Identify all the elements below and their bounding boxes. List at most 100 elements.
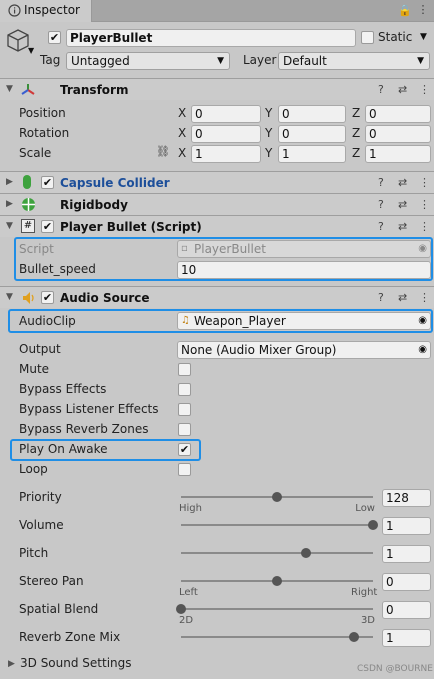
object-name-input[interactable]: PlayerBullet	[66, 29, 356, 47]
priority-slider-thumb[interactable]	[272, 492, 282, 502]
preset-icon[interactable]: ⇄	[398, 176, 407, 189]
transform-y-input[interactable]: 1	[278, 145, 346, 163]
volume-label: Volume	[19, 518, 64, 532]
loop-checkbox[interactable]	[178, 463, 191, 476]
spatial-value-input[interactable]: 0	[382, 601, 431, 619]
more-icon[interactable]: ⋮	[419, 176, 430, 189]
output-field[interactable]: None (Audio Mixer Group) ◉	[177, 341, 431, 359]
axis-x-label: X	[178, 106, 187, 120]
more-icon[interactable]: ⋮	[419, 291, 430, 304]
rigidbody-title: Rigidbody	[60, 198, 128, 212]
volume-slider-thumb[interactable]	[368, 520, 378, 530]
foldout-closed-icon[interactable]: ▶	[6, 177, 13, 187]
object-picker-icon[interactable]: ◉	[418, 342, 427, 358]
transform-z-input[interactable]: 0	[365, 105, 431, 123]
transform-x-input[interactable]: 0	[191, 105, 261, 123]
rigidbody-header[interactable]: ▶ Rigidbody ? ⇄ ⋮	[0, 193, 434, 215]
more-icon[interactable]: ⋮	[419, 220, 430, 233]
script-enabled-checkbox[interactable]: ✔	[41, 220, 54, 233]
script-title: Player Bullet (Script)	[60, 220, 202, 234]
static-dropdown-icon[interactable]: ▼	[420, 32, 427, 42]
bypass-listener-checkbox[interactable]	[178, 403, 191, 416]
script-header[interactable]: ▼ # ✔ Player Bullet (Script) ? ⇄ ⋮	[0, 215, 434, 237]
script-icon: #	[21, 219, 35, 233]
more-icon[interactable]: ⋮	[419, 83, 430, 96]
help-icon[interactable]: ?	[378, 291, 384, 304]
help-icon[interactable]: ?	[378, 220, 384, 233]
3d-sound-settings-label[interactable]: 3D Sound Settings	[20, 656, 132, 670]
audio-source-header[interactable]: ▼ ✔ Audio Source ? ⇄ ⋮	[0, 286, 434, 308]
static-label: Static	[378, 30, 413, 44]
bullet-speed-input[interactable]: 10	[177, 261, 431, 279]
chevron-down-icon[interactable]: ▼	[28, 46, 34, 55]
pitch-slider-track[interactable]	[181, 552, 373, 554]
capsule-enabled-checkbox[interactable]: ✔	[41, 176, 54, 189]
foldout-closed-icon[interactable]: ▶	[6, 199, 13, 209]
bypass-reverb-checkbox[interactable]	[178, 423, 191, 436]
volume-slider-track[interactable]	[181, 524, 373, 526]
script-file-icon: ▫	[181, 243, 188, 254]
preset-icon[interactable]: ⇄	[398, 220, 407, 233]
preset-icon[interactable]: ⇄	[398, 198, 407, 211]
reverb-value-input[interactable]: 1	[382, 629, 431, 647]
stereo-min-label: Left	[179, 587, 198, 598]
spatial-slider-track[interactable]	[181, 608, 373, 610]
foldout-open-icon[interactable]: ▼	[6, 221, 13, 231]
audioclip-field[interactable]: Weapon_Player ♫ ◉	[177, 312, 431, 330]
spatial-slider-thumb[interactable]	[176, 604, 186, 614]
help-icon[interactable]: ?	[378, 176, 384, 189]
watermark: CSDN @BOURNE	[357, 664, 433, 674]
more-icon[interactable]: ⋮	[419, 198, 430, 211]
transform-x-input[interactable]: 0	[191, 125, 261, 143]
mute-checkbox[interactable]	[178, 363, 191, 376]
reverb-slider-thumb[interactable]	[348, 632, 359, 642]
axis-y-label: Y	[265, 146, 273, 160]
reverb-slider-track[interactable]	[181, 636, 373, 638]
gameobject-icon	[7, 29, 29, 52]
layer-value: Default	[283, 54, 327, 68]
pitch-value-input[interactable]: 1	[382, 545, 431, 563]
transform-z-input[interactable]: 1	[365, 145, 431, 163]
constrain-proportions-icon[interactable]: ⛓	[156, 145, 170, 158]
lock-icon[interactable]: 🔒	[398, 4, 412, 18]
tag-dropdown[interactable]: Untagged ▼	[66, 52, 230, 70]
capsule-title: Capsule Collider	[60, 176, 170, 190]
help-icon[interactable]: ?	[378, 198, 384, 211]
foldout-closed-icon[interactable]: ▶	[8, 659, 15, 669]
active-checkbox[interactable]: ✔	[48, 31, 61, 44]
tab-bar: Inspector 🔒 ⋮	[0, 0, 434, 22]
transform-y-input[interactable]: 0	[278, 105, 346, 123]
capsule-collider-header[interactable]: ▶ ✔ Capsule Collider ? ⇄ ⋮	[0, 171, 434, 193]
transform-z-input[interactable]: 0	[365, 125, 431, 143]
play-on-awake-checkbox[interactable]: ✔	[178, 443, 191, 456]
more-icon[interactable]: ⋮	[416, 3, 430, 17]
tab-inspector[interactable]: Inspector	[0, 0, 92, 22]
static-checkbox[interactable]	[361, 31, 374, 44]
priority-value-input[interactable]: 128	[382, 489, 431, 507]
preset-icon[interactable]: ⇄	[398, 83, 407, 96]
layer-label: Layer	[243, 53, 277, 67]
transform-header[interactable]: ▼ Transform ? ⇄ ⋮	[0, 78, 434, 100]
foldout-open-icon[interactable]: ▼	[6, 84, 13, 94]
transform-x-input[interactable]: 1	[191, 145, 261, 163]
spatial-label: Spatial Blend	[19, 602, 99, 616]
priority-label: Priority	[19, 490, 62, 504]
stereo-value-input[interactable]: 0	[382, 573, 431, 591]
audioclip-label: AudioClip	[19, 314, 76, 328]
pitch-slider-thumb[interactable]	[300, 548, 311, 558]
volume-value-input[interactable]: 1	[382, 517, 431, 535]
transform-row-label: Scale	[19, 146, 52, 160]
audio-enabled-checkbox[interactable]: ✔	[41, 291, 54, 304]
foldout-open-icon[interactable]: ▼	[6, 292, 13, 302]
preset-icon[interactable]: ⇄	[398, 291, 407, 304]
transform-y-input[interactable]: 0	[278, 125, 346, 143]
bypass-effects-checkbox[interactable]	[178, 383, 191, 396]
axis-x-label: X	[178, 126, 187, 140]
object-picker-icon[interactable]: ◉	[418, 313, 427, 329]
tag-label: Tag	[40, 53, 61, 67]
chevron-down-icon: ▼	[417, 56, 424, 66]
stereo-slider-thumb[interactable]	[272, 576, 282, 586]
help-icon[interactable]: ?	[378, 83, 384, 96]
play-on-awake-label: Play On Awake	[19, 442, 108, 456]
layer-dropdown[interactable]: Default ▼	[278, 52, 430, 70]
